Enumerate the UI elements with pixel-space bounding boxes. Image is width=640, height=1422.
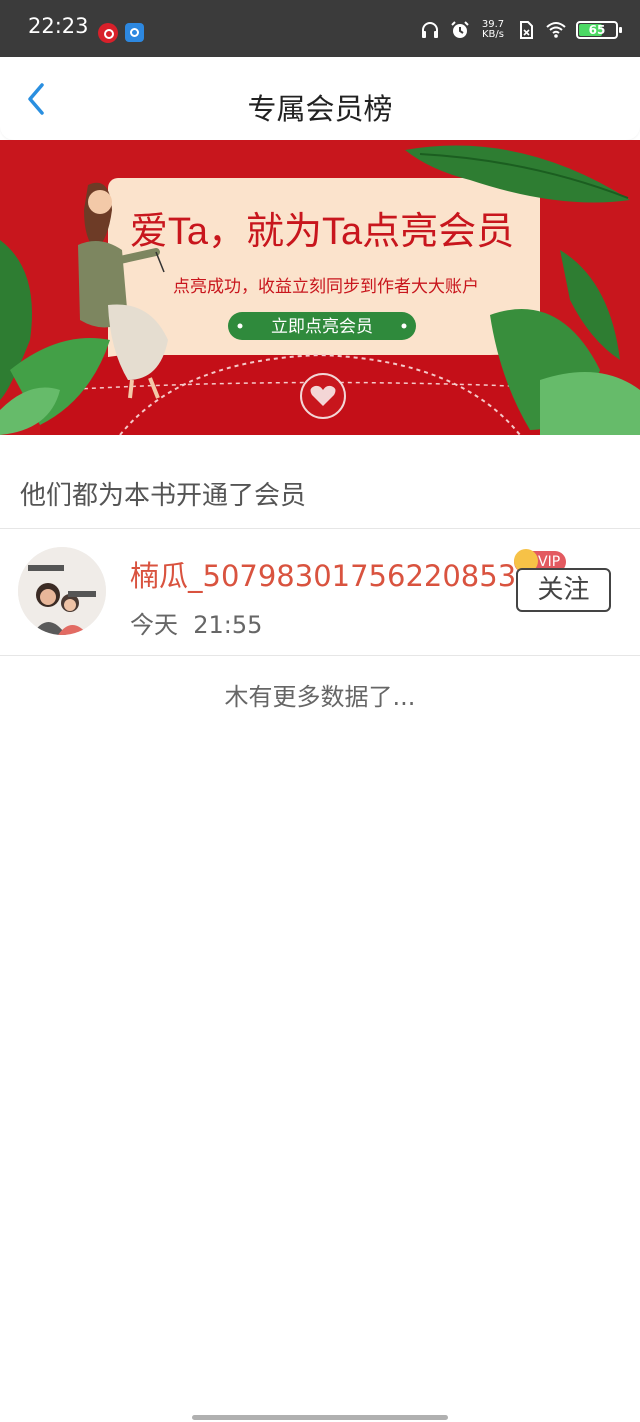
banner-cta-label: 立即点亮会员 <box>271 317 373 336</box>
headphones-icon <box>422 22 438 38</box>
list-item[interactable]: 楠瓜_50798301756220853 今天 21:55 VIP 关注 <box>0 529 640 655</box>
page-title: 专属会员榜 <box>247 92 393 126</box>
status-time: 22:23 <box>28 14 89 38</box>
banner-headline: 爱Ta，就为Ta点亮会员 <box>130 211 514 253</box>
divider-bottom <box>0 655 640 656</box>
network-speed: 39.7 KB/s <box>480 20 506 40</box>
battery-level: 65 <box>588 23 606 37</box>
avatar-image <box>18 547 106 635</box>
section-title: 他们都为本书开通了会员 <box>20 481 307 511</box>
banner-subline: 点亮成功，收益立刻同步到作者大大账户 <box>173 277 479 296</box>
sim-icon <box>520 21 533 39</box>
promo-banner[interactable]: 爱Ta，就为Ta点亮会员 点亮成功，收益立刻同步到作者大大账户 立即点亮会员 <box>0 140 640 435</box>
nav-header: 专属会员榜 <box>0 57 640 140</box>
status-right-group: 39.7 KB/s 65 <box>420 20 622 40</box>
wifi-icon <box>546 22 566 38</box>
netease-music-icon <box>98 23 118 43</box>
status-bar: 22:23 39.7 KB/s 65 <box>0 0 640 57</box>
no-more-data-text: 木有更多数据了... <box>224 683 416 711</box>
banner-art: 爱Ta，就为Ta点亮会员 点亮成功，收益立刻同步到作者大大账户 立即点亮会员 <box>0 140 640 435</box>
follow-button[interactable]: 关注 <box>516 568 611 612</box>
alarm-icon <box>451 21 469 38</box>
member-time: 今天 21:55 <box>130 611 263 639</box>
broadcast-app-icon <box>125 23 144 42</box>
home-indicator[interactable] <box>192 1415 448 1420</box>
avatar[interactable] <box>18 547 106 635</box>
network-speed-unit: KB/s <box>482 29 504 40</box>
member-name[interactable]: 楠瓜_50798301756220853 <box>130 553 516 595</box>
battery-icon: 65 <box>576 21 622 39</box>
